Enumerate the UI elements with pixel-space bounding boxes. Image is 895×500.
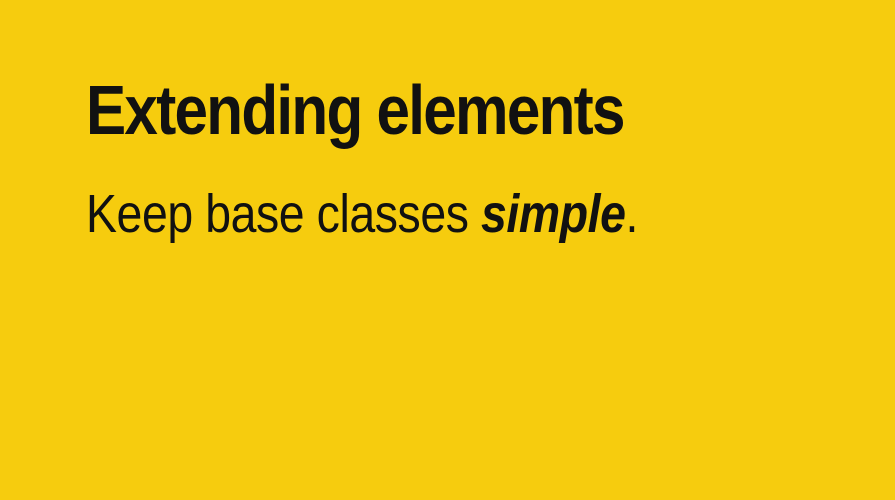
slide-subtitle: Keep base classes simple. (86, 184, 639, 244)
subtitle-period: . (625, 184, 639, 244)
subtitle-text: Keep base classes (86, 184, 481, 244)
slide-title: Extending elements (86, 71, 625, 149)
subtitle-emphasis: simple (480, 184, 626, 244)
slide: Extending elements Keep base classes sim… (0, 0, 895, 500)
